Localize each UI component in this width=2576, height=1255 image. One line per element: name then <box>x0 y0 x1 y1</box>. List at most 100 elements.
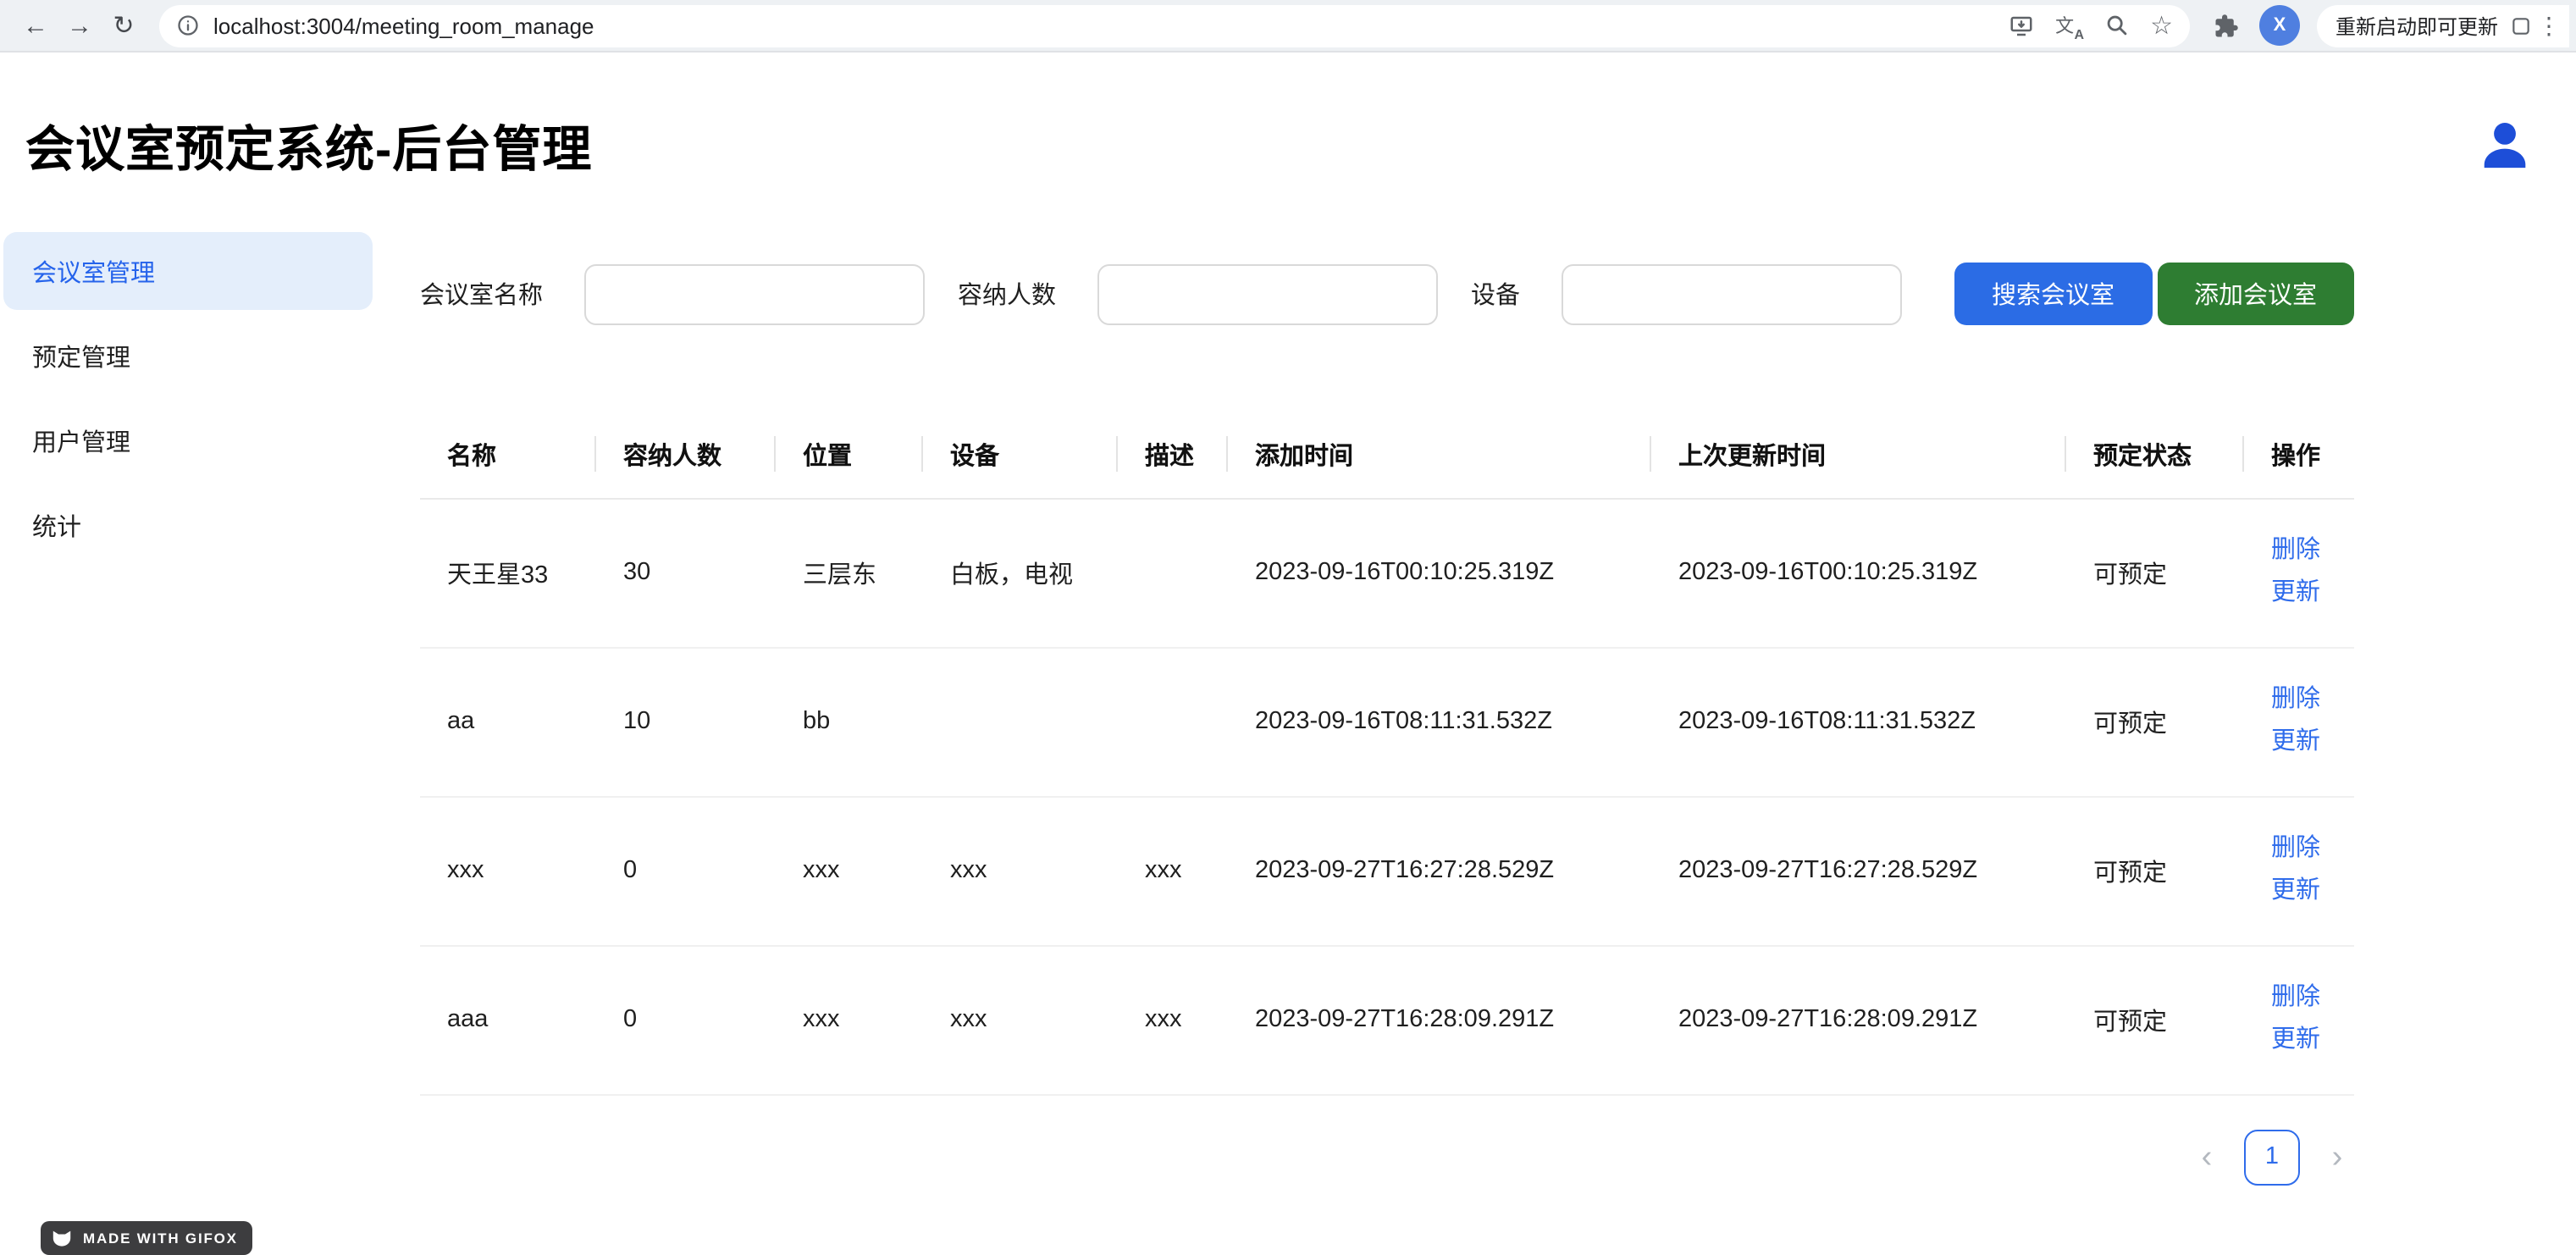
page-body: 会议室管理 预定管理 用户管理 统计 会议室名称 容纳人数 设备 <box>0 222 2576 1185</box>
cell-updated-at: 2023-09-27T16:27:28.529Z <box>1651 796 2066 945</box>
col-capacity: 容纳人数 <box>596 412 776 498</box>
cell-capacity: 0 <box>596 796 776 945</box>
add-room-button[interactable]: 添加会议室 <box>2157 263 2354 325</box>
equipment-label: 设备 <box>1471 276 1520 312</box>
col-actions: 操作 <box>2244 412 2354 498</box>
search-form: 会议室名称 容纳人数 设备 搜索会议室 添加会议室 <box>420 263 2354 325</box>
cell-updated-at: 2023-09-16T08:11:31.532Z <box>1651 647 2066 796</box>
cell-capacity: 30 <box>596 498 776 647</box>
cell-description: xxx <box>1118 796 1228 945</box>
cell-equipment <box>923 647 1118 796</box>
cell-description <box>1118 498 1228 647</box>
table-row: xxx 0 xxx xxx xxx 2023-09-27T16:27:28.52… <box>420 796 2354 945</box>
cell-location: xxx <box>776 945 923 1094</box>
cell-name: aa <box>420 647 596 796</box>
sidebar-item-statistics[interactable]: 统计 <box>3 486 373 564</box>
gifox-cat-icon <box>51 1229 73 1247</box>
col-description: 描述 <box>1118 412 1228 498</box>
page-info-icon[interactable] <box>176 14 200 37</box>
zoom-icon[interactable] <box>2104 14 2128 37</box>
update-mini-icon <box>2510 14 2532 36</box>
cell-created-at: 2023-09-16T00:10:25.319Z <box>1228 498 1651 647</box>
update-button-label: 重新启动即可更新 <box>2336 11 2498 40</box>
col-status: 预定状态 <box>2066 412 2244 498</box>
cell-location: bb <box>776 647 923 796</box>
install-icon[interactable] <box>2008 13 2033 38</box>
sidebar-item-label: 统计 <box>32 507 81 543</box>
sidebar-nav: 会议室管理 预定管理 用户管理 统计 <box>0 222 373 571</box>
pagination: ‹ 1 › <box>420 1129 2354 1185</box>
cell-location: xxx <box>776 796 923 945</box>
cell-updated-at: 2023-09-16T00:10:25.319Z <box>1651 498 2066 647</box>
room-name-input[interactable] <box>583 263 924 324</box>
update-link[interactable]: 更新 <box>2271 572 2341 615</box>
capacity-input[interactable] <box>1097 263 1437 324</box>
rooms-table: 名称 容纳人数 位置 设备 描述 添加时间 上次更新时间 预定状态 操作 <box>420 412 2354 1095</box>
gifox-watermark-label: MADE WITH GIFOX <box>83 1230 238 1247</box>
back-icon[interactable]: ← <box>14 3 58 47</box>
room-name-label: 会议室名称 <box>420 276 543 312</box>
main-content: 会议室名称 容纳人数 设备 搜索会议室 添加会议室 <box>373 222 2576 1185</box>
page-number-1[interactable]: 1 <box>2244 1129 2300 1185</box>
update-link[interactable]: 更新 <box>2271 1020 2341 1062</box>
cell-created-at: 2023-09-16T08:11:31.532Z <box>1228 647 1651 796</box>
col-updated-at: 上次更新时间 <box>1651 412 2066 498</box>
sidebar-item-label: 用户管理 <box>32 423 130 458</box>
table-row: 天王星33 30 三层东 白板，电视 2023-09-16T00:10:25.3… <box>420 498 2354 647</box>
col-location: 位置 <box>776 412 923 498</box>
page-title: 会议室预定系统-后台管理 <box>25 110 592 181</box>
cell-actions: 删除 更新 <box>2244 498 2354 647</box>
bookmark-star-icon[interactable]: ☆ <box>2150 13 2173 38</box>
extensions-icon[interactable] <box>2214 13 2239 38</box>
search-rooms-button[interactable]: 搜索会议室 <box>1954 263 2152 325</box>
address-bar[interactable]: localhost:3004/meeting_room_manage 文 A ☆ <box>159 4 2190 47</box>
col-created-at: 添加时间 <box>1228 412 1651 498</box>
delete-link[interactable]: 删除 <box>2271 977 2341 1020</box>
forward-icon[interactable]: → <box>58 3 102 47</box>
delete-link[interactable]: 删除 <box>2271 679 2341 721</box>
sidebar-item-bookings[interactable]: 预定管理 <box>3 317 373 395</box>
update-link[interactable]: 更新 <box>2271 871 2341 913</box>
cell-capacity: 0 <box>596 945 776 1094</box>
cell-description: xxx <box>1118 945 1228 1094</box>
sidebar-item-users[interactable]: 用户管理 <box>3 401 373 479</box>
cell-name: 天王星33 <box>420 498 596 647</box>
reload-icon[interactable]: ↻ <box>102 3 146 47</box>
equipment-input[interactable] <box>1561 263 1901 324</box>
update-link[interactable]: 更新 <box>2271 721 2341 764</box>
table-row: aa 10 bb 2023-09-16T08:11:31.532Z 2023-0… <box>420 647 2354 796</box>
cell-actions: 删除 更新 <box>2244 647 2354 796</box>
browser-toolbar: ← → ↻ localhost:3004/meeting_room_manage… <box>0 0 2576 53</box>
cell-status: 可预定 <box>2066 945 2244 1094</box>
sidebar-item-label: 会议室管理 <box>32 253 155 289</box>
cell-equipment: xxx <box>923 945 1118 1094</box>
sidebar-item-meeting-rooms[interactable]: 会议室管理 <box>3 232 373 310</box>
prev-page-icon[interactable]: ‹ <box>2190 1141 2224 1173</box>
browser-update-button[interactable]: 重新启动即可更新 ⋮ <box>2317 4 2569 47</box>
col-equipment: 设备 <box>923 412 1118 498</box>
translate-icon[interactable]: 文 A <box>2055 12 2082 39</box>
app-window: ← → ↻ localhost:3004/meeting_room_manage… <box>0 0 2576 1253</box>
cell-status: 可预定 <box>2066 647 2244 796</box>
user-account-icon[interactable] <box>2474 115 2535 176</box>
sidebar-item-label: 预定管理 <box>32 338 130 373</box>
cell-created-at: 2023-09-27T16:28:09.291Z <box>1228 945 1651 1094</box>
cell-actions: 删除 更新 <box>2244 945 2354 1094</box>
cell-equipment: 白板，电视 <box>923 498 1118 647</box>
next-page-icon[interactable]: › <box>2320 1141 2354 1173</box>
search-buttons: 搜索会议室 添加会议室 <box>1954 263 2354 325</box>
table-row: aaa 0 xxx xxx xxx 2023-09-27T16:28:09.29… <box>420 945 2354 1094</box>
delete-link[interactable]: 删除 <box>2271 530 2341 572</box>
cell-capacity: 10 <box>596 647 776 796</box>
gifox-watermark: MADE WITH GIFOX <box>41 1221 253 1255</box>
omnibox-actions: 文 A ☆ <box>2008 12 2173 39</box>
cell-name: xxx <box>420 796 596 945</box>
cell-created-at: 2023-09-27T16:27:28.529Z <box>1228 796 1651 945</box>
cell-status: 可预定 <box>2066 796 2244 945</box>
page-header: 会议室预定系统-后台管理 <box>0 53 2576 222</box>
browser-profile-avatar[interactable]: X <box>2259 5 2300 46</box>
browser-menu-icon[interactable]: ⋮ <box>2532 11 2566 40</box>
url-text[interactable]: localhost:3004/meeting_room_manage <box>213 13 1994 38</box>
delete-link[interactable]: 删除 <box>2271 828 2341 871</box>
table-header-row: 名称 容纳人数 位置 设备 描述 添加时间 上次更新时间 预定状态 操作 <box>420 412 2354 498</box>
